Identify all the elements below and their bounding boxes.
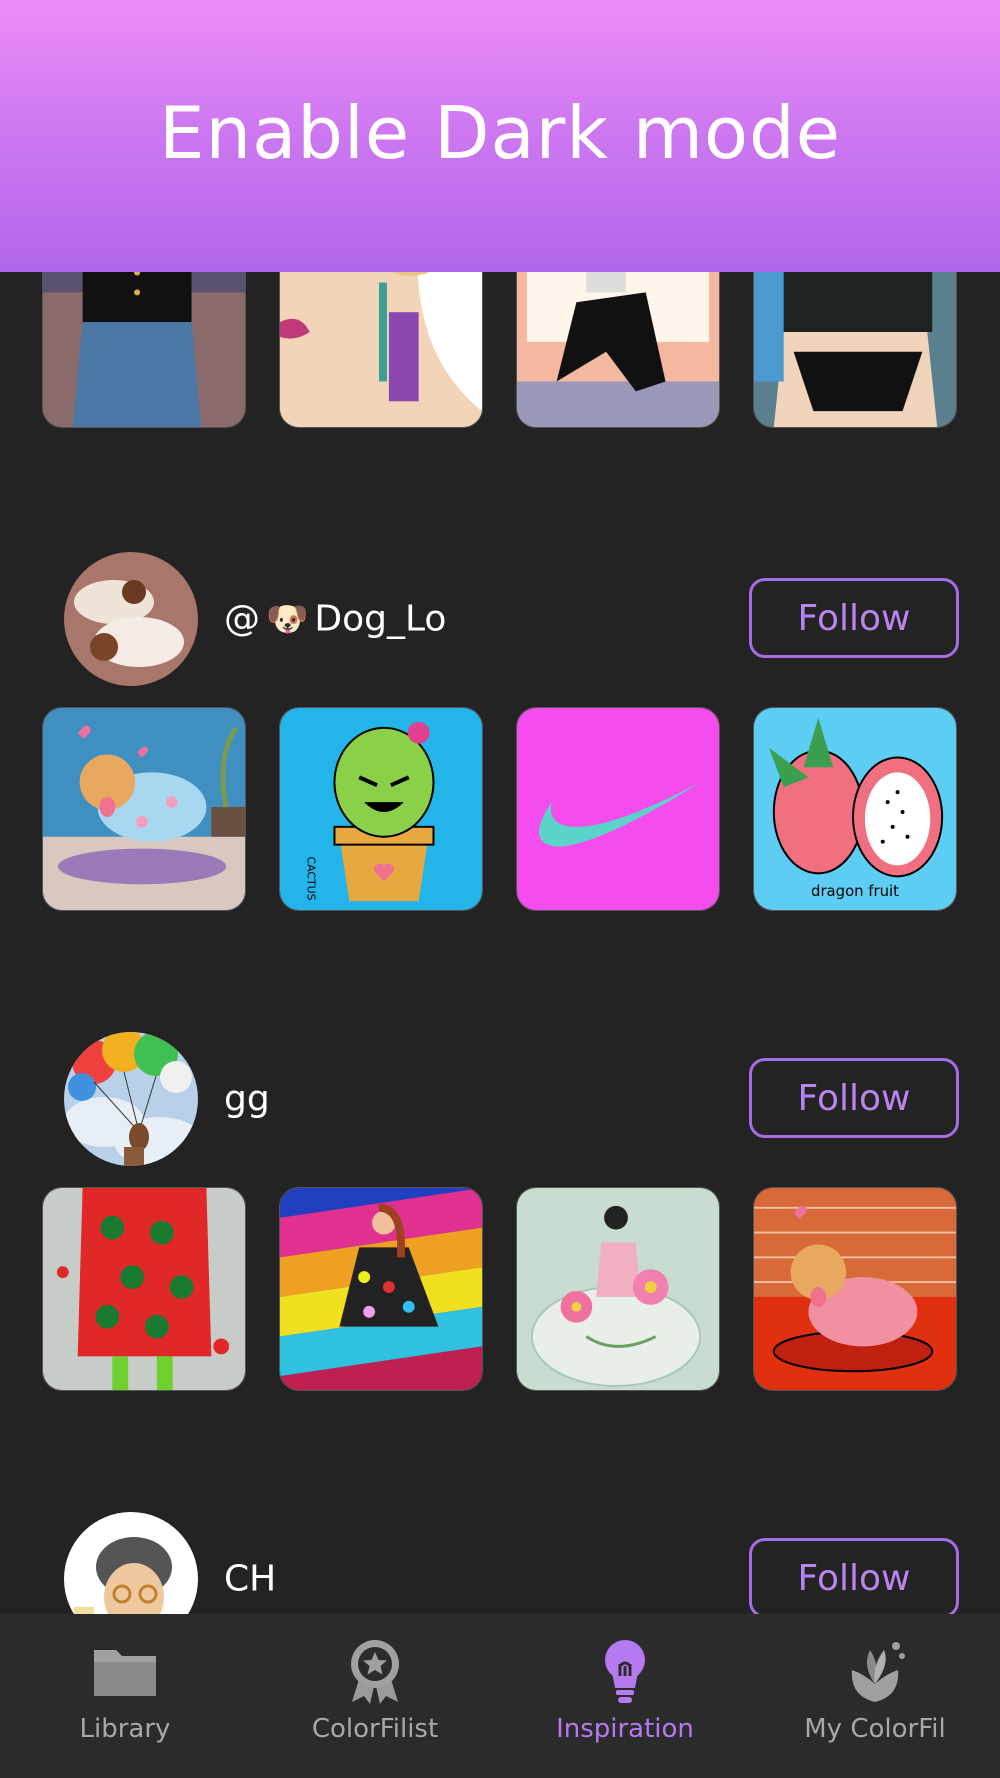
tab-label: My ColorFil	[804, 1714, 946, 1744]
user-artwork-row	[42, 1187, 957, 1391]
artwork-thumbnail[interactable]	[753, 1187, 957, 1391]
tab-library[interactable]: Library	[0, 1614, 250, 1778]
username-text: Dog_Lo	[314, 598, 447, 640]
flower-bud-icon	[840, 1636, 910, 1706]
user-artwork-row: CACTUS dragon fruit	[42, 707, 957, 911]
dark-mode-banner[interactable]: Enable Dark mode	[0, 0, 1000, 272]
award-badge-icon	[340, 1636, 410, 1706]
artwork-thumbnail[interactable]	[42, 1187, 246, 1391]
user-header: @ 🐶 Dog_Lo Follow	[0, 552, 1000, 686]
tab-label: Inspiration	[556, 1714, 694, 1744]
artwork-thumbnail[interactable]	[279, 1187, 483, 1391]
user-header: gg Follow	[0, 1032, 1000, 1166]
artwork-thumbnail[interactable]: CACTUS	[279, 707, 483, 911]
artwork-text-cactus: CACTUS	[305, 857, 318, 901]
artwork-text-dragon-fruit: dragon fruit	[811, 882, 899, 900]
tab-label: Library	[79, 1714, 171, 1744]
username[interactable]: gg	[224, 1079, 270, 1120]
artwork-thumbnail[interactable]	[516, 1187, 720, 1391]
bottom-tab-bar: Library ColorFilist Inspiration My Color…	[0, 1614, 1000, 1778]
username-prefix: @	[224, 598, 260, 640]
avatar[interactable]	[64, 552, 198, 686]
lightbulb-icon	[590, 1636, 660, 1706]
follow-button[interactable]: Follow	[749, 578, 959, 658]
username[interactable]: CH	[224, 1559, 276, 1600]
tab-label: ColorFilist	[311, 1714, 439, 1744]
tab-inspiration[interactable]: Inspiration	[500, 1614, 750, 1778]
follow-button[interactable]: Follow	[749, 1538, 959, 1618]
follow-button[interactable]: Follow	[749, 1058, 959, 1138]
artwork-thumbnail[interactable]: dragon fruit	[753, 707, 957, 911]
tab-colorfilist[interactable]: ColorFilist	[250, 1614, 500, 1778]
tab-my-colorfil[interactable]: My ColorFil	[750, 1614, 1000, 1778]
banner-title: Enable Dark mode	[158, 91, 842, 175]
username[interactable]: @ 🐶 Dog_Lo	[224, 599, 446, 640]
artwork-thumbnail[interactable]	[42, 707, 246, 911]
folder-icon	[90, 1636, 160, 1706]
username-emoji: 🐶	[266, 599, 309, 639]
avatar[interactable]	[64, 1032, 198, 1166]
artwork-thumbnail[interactable]	[516, 707, 720, 911]
